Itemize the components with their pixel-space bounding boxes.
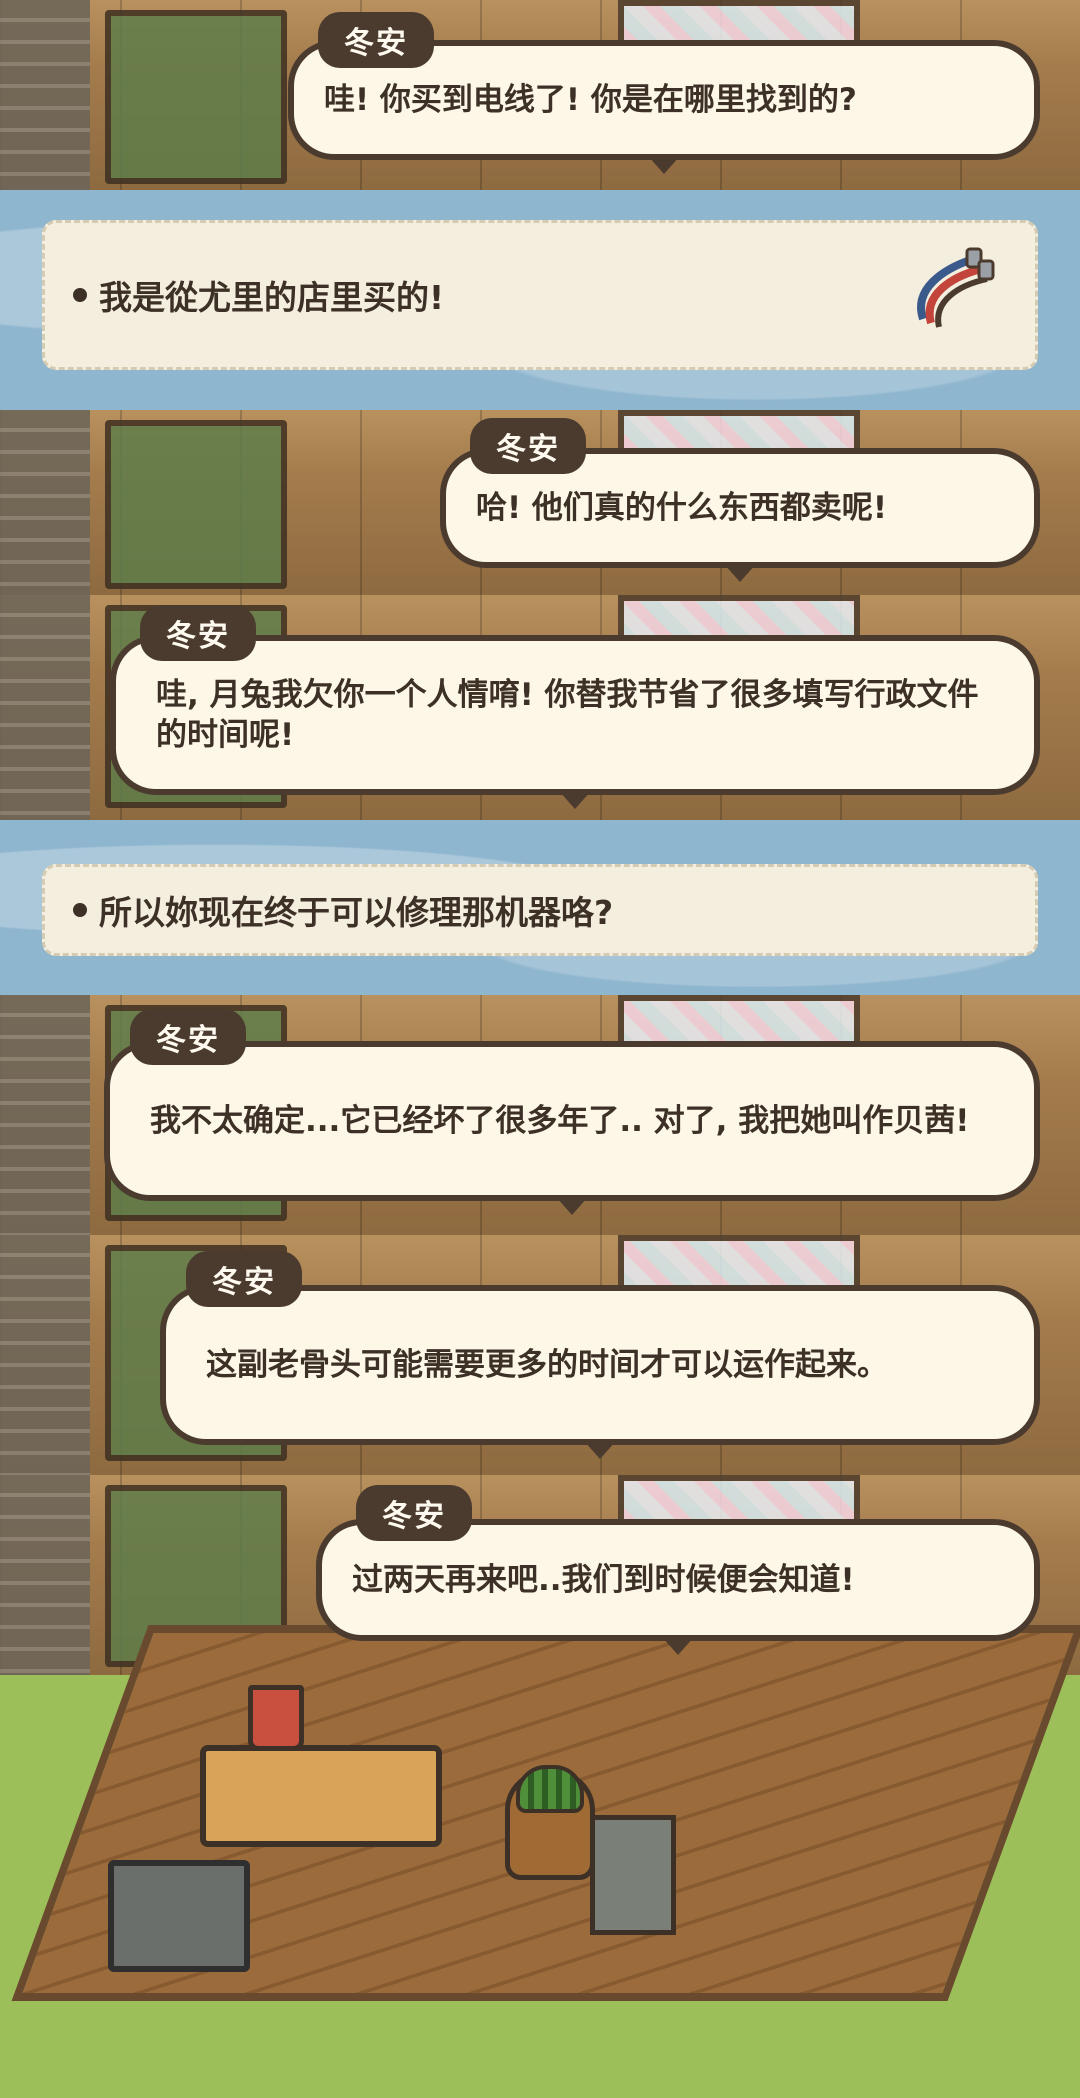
dialogue-text: 哇, 月兔我欠你一个人情唷! 你替我节省了很多填写行政文件的时间呢! <box>156 677 979 753</box>
speaker-name-tag: 冬安 <box>470 418 586 474</box>
bullet-icon <box>73 288 87 302</box>
scene-panel-1: 冬安 哇! 你买到电线了! 你是在哪里找到的? <box>0 0 1080 190</box>
machine-pedestal <box>590 1815 676 1935</box>
scene-panel-3: 冬安 哇, 月兔我欠你一个人情唷! 你替我节省了很多填写行政文件的时间呢! <box>0 595 1080 820</box>
speaker-name-tag: 冬安 <box>130 1009 246 1065</box>
battery-box <box>108 1860 250 1972</box>
dialogue-text: 这副老骨头可能需要更多的时间才可以运作起来。 <box>206 1347 888 1383</box>
dialogue-bubble[interactable]: 我不太确定...它已经坏了很多年了.. 对了, 我把她叫作贝茜! <box>104 1041 1040 1215</box>
dialogue-text: 我不太确定...它已经坏了很多年了.. 对了, 我把她叫作贝茜! <box>150 1103 970 1139</box>
speaker-name-tag: 冬安 <box>140 605 256 661</box>
bubble-tail <box>662 1637 694 1655</box>
dialogue-text: 哈! 他们真的什么东西都卖呢! <box>476 490 888 526</box>
dialogue-text: 哇! 你买到电线了! 你是在哪里找到的? <box>324 82 857 118</box>
speaker-name-tag: 冬安 <box>356 1485 472 1541</box>
bubble-tail <box>648 156 680 174</box>
bubble-tail <box>559 791 591 809</box>
mug <box>248 1685 304 1751</box>
speaker-name-tag: 冬安 <box>318 12 434 68</box>
dialogue-bubble[interactable]: 哇, 月兔我欠你一个人情唷! 你替我节省了很多填写行政文件的时间呢! <box>110 635 1040 809</box>
bubble-tail <box>556 1197 588 1215</box>
dialogue-choice-button[interactable]: 所以妳现在终于可以修理那机器咯? <box>42 864 1038 956</box>
choice-panel-1: 我是從尤里的店里买的! <box>0 190 1080 410</box>
character-sprite <box>505 1765 595 1880</box>
table <box>200 1745 442 1847</box>
bubble-tail <box>584 1441 616 1459</box>
dialogue-choice-button[interactable]: 我是從尤里的店里买的! <box>42 220 1038 370</box>
dialogue-bubble[interactable]: 这副老骨头可能需要更多的时间才可以运作起来。 <box>160 1285 1040 1459</box>
bullet-icon <box>73 903 87 917</box>
scene-panel-2: 冬安 哈! 他们真的什么东西都卖呢! <box>0 410 1080 595</box>
melon-hat-icon <box>516 1765 584 1813</box>
dialogue-text: 过两天再来吧..我们到时候便会知道! <box>352 1562 855 1598</box>
choice-text: 所以妳现在终于可以修理那机器咯? <box>99 893 614 932</box>
scene-panel-final: 冬安 过两天再来吧..我们到时候便会知道! <box>0 1475 1080 2098</box>
cable-icon <box>917 247 995 328</box>
choice-text: 我是從尤里的店里买的! <box>99 278 445 317</box>
bubble-tail <box>724 564 756 582</box>
scene-panel-5: 冬安 这副老骨头可能需要更多的时间才可以运作起来。 <box>0 1235 1080 1475</box>
choice-panel-2: 所以妳现在终于可以修理那机器咯? <box>0 820 1080 995</box>
scene-panel-4: 冬安 我不太确定...它已经坏了很多年了.. 对了, 我把她叫作贝茜! <box>0 995 1080 1235</box>
speaker-name-tag: 冬安 <box>186 1251 302 1307</box>
